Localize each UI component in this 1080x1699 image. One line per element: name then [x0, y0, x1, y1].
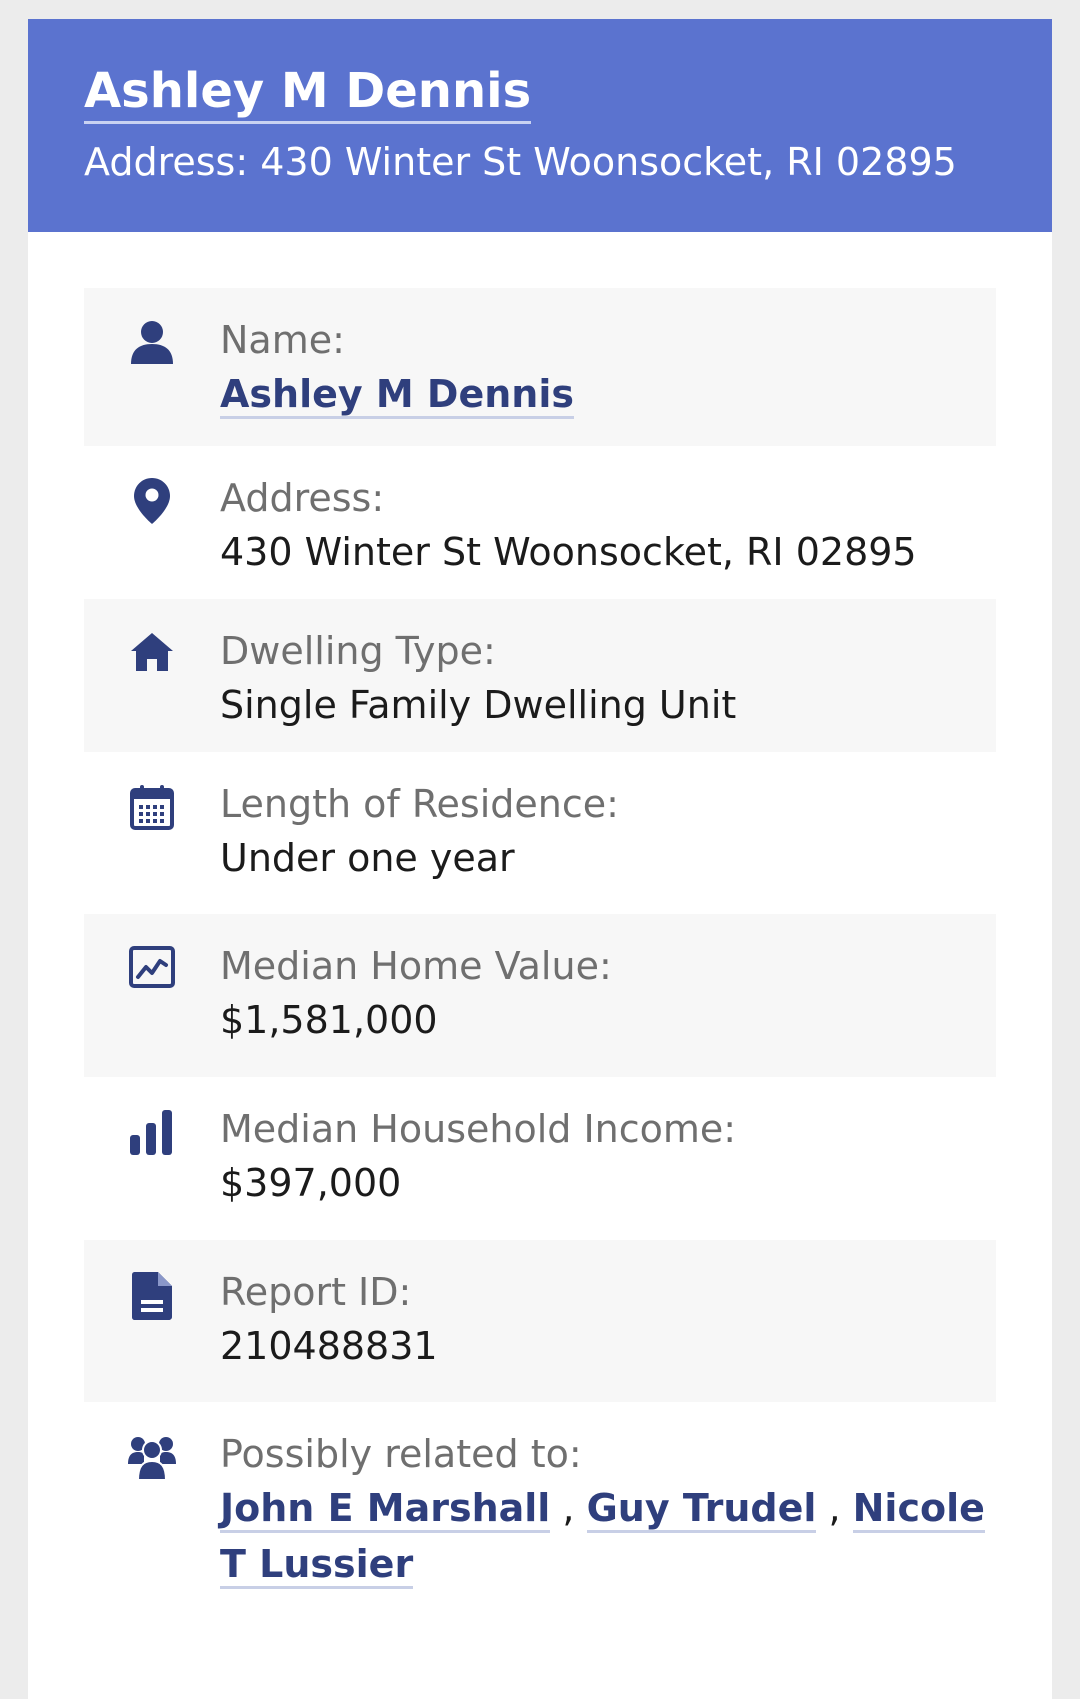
- address-value: 430 Winter St Woonsocket, RI 02895: [220, 530, 917, 574]
- person-icon: [84, 314, 220, 364]
- related-person-link[interactable]: Guy Trudel: [586, 1486, 817, 1533]
- row-median-home-value: Median Home Value: $1,581,000: [84, 914, 996, 1077]
- row-report-id: Report ID: 210488831: [84, 1240, 996, 1402]
- row-address: Address: 430 Winter St Woonsocket, RI 02…: [84, 446, 996, 599]
- row-dwelling-type: Dwelling Type: Single Family Dwelling Un…: [84, 599, 996, 752]
- name-link[interactable]: Ashley M Dennis: [220, 372, 574, 419]
- address-label: Address:: [220, 476, 385, 520]
- line-chart-icon: [84, 940, 220, 988]
- row-median-household-income: Median Household Income: $397,000: [84, 1077, 996, 1240]
- header-address: Address: 430 Winter St Woonsocket, RI 02…: [84, 140, 957, 184]
- home-icon: [84, 625, 220, 673]
- row-possibly-related: Possibly related to: John E Marshall , G…: [84, 1402, 996, 1602]
- row-name: Name: Ashley M Dennis: [84, 288, 996, 446]
- document-icon: [84, 1266, 220, 1320]
- report-id-value: 210488831: [220, 1324, 438, 1368]
- residence-label: Length of Residence:: [220, 782, 619, 826]
- related-person-link[interactable]: John E Marshall: [220, 1486, 551, 1533]
- dwelling-value: Single Family Dwelling Unit: [220, 683, 737, 727]
- header-name-link[interactable]: Ashley M Dennis: [84, 61, 532, 124]
- related-separator: ,: [816, 1486, 853, 1530]
- dwelling-label: Dwelling Type:: [220, 629, 496, 673]
- report-id-label: Report ID:: [220, 1270, 412, 1314]
- related-separator: ,: [550, 1486, 587, 1530]
- income-value: $397,000: [220, 1161, 402, 1205]
- related-label: Possibly related to:: [220, 1432, 582, 1476]
- details-list: Name: Ashley M Dennis Address: 430 Winte…: [28, 232, 1052, 1602]
- users-icon: [84, 1428, 220, 1480]
- map-pin-icon: [84, 472, 220, 524]
- person-card: Ashley M Dennis Address: 430 Winter St W…: [28, 19, 1052, 1699]
- residence-value: Under one year: [220, 836, 515, 880]
- income-label: Median Household Income:: [220, 1107, 737, 1151]
- calendar-icon: [84, 778, 220, 830]
- related-list: John E Marshall , Guy Trudel , Nicole T …: [220, 1480, 996, 1592]
- name-label: Name:: [220, 318, 345, 362]
- card-header: Ashley M Dennis Address: 430 Winter St W…: [28, 19, 1052, 232]
- home-value-value: $1,581,000: [220, 998, 438, 1042]
- row-length-of-residence: Length of Residence: Under one year: [84, 752, 996, 914]
- home-value-label: Median Home Value:: [220, 944, 612, 988]
- bar-chart-icon: [84, 1103, 220, 1155]
